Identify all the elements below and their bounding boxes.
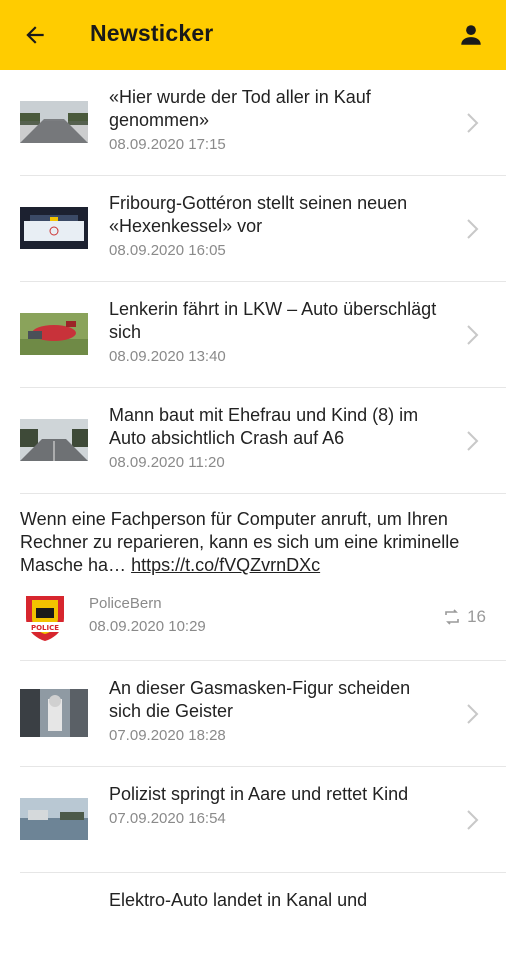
item-date: 08.09.2020 13:40 xyxy=(109,348,226,365)
item-headline: Fribourg-Gottéron stellt seinen neuen «H… xyxy=(109,193,408,236)
highway-thumbnail xyxy=(20,419,88,461)
news-list: «Hier wurde der Tod aller in Kauf genomm… xyxy=(0,70,506,978)
list-item[interactable]: Lenkerin fährt in LKW – Auto überschlägt… xyxy=(20,282,506,388)
item-headline: Elektro-Auto landet in Kanal und xyxy=(109,890,368,910)
item-date: 08.09.2020 17:15 xyxy=(109,136,226,153)
chevron-right-icon xyxy=(467,113,479,133)
item-headline: Lenkerin fährt in LKW – Auto überschlägt… xyxy=(109,299,437,342)
item-headline: An dieser Gasmasken-Figur scheiden sich … xyxy=(109,678,411,721)
item-headline: «Hier wurde der Tod aller in Kauf genomm… xyxy=(109,87,371,130)
item-date: 08.09.2020 11:20 xyxy=(109,454,225,471)
gasmask-figure-thumbnail xyxy=(20,689,88,737)
item-date: 08.09.2020 16:05 xyxy=(109,242,226,259)
chevron-right-icon xyxy=(467,219,479,239)
river-thumbnail xyxy=(20,798,88,840)
list-item[interactable]: Fribourg-Gottéron stellt seinen neuen «H… xyxy=(20,176,506,282)
list-item[interactable]: An dieser Gasmasken-Figur scheiden sich … xyxy=(20,661,506,767)
item-date: 07.09.2020 16:54 xyxy=(109,810,226,827)
car-crash-thumbnail xyxy=(20,313,88,355)
tweet-text: Wenn eine Fachperson für Computer anruft… xyxy=(20,509,460,575)
road-thumbnail xyxy=(20,101,88,143)
tweet-link[interactable]: https://t.co/fVQZvrnDXc xyxy=(131,555,320,575)
tweet-author: PoliceBern xyxy=(89,595,162,612)
list-item[interactable]: Polizist springt in Aare und rettet Kind… xyxy=(20,767,506,873)
retweet-count: 16 xyxy=(443,607,486,627)
police-logo-text: POLICE xyxy=(31,624,59,632)
list-item[interactable]: Mann baut mit Ehefrau und Kind (8) im Au… xyxy=(20,388,506,494)
item-date: 07.09.2020 18:28 xyxy=(109,727,226,744)
chevron-right-icon xyxy=(467,810,479,830)
page-title: Newsticker xyxy=(90,20,214,46)
retweet-icon xyxy=(445,609,459,625)
user-icon[interactable] xyxy=(458,22,484,48)
app-header: Newsticker xyxy=(0,0,506,70)
item-headline: Mann baut mit Ehefrau und Kind (8) im Au… xyxy=(109,405,419,448)
arrow-left-icon[interactable] xyxy=(22,22,48,48)
item-headline: Polizist springt in Aare und rettet Kind xyxy=(109,784,409,804)
list-item[interactable]: «Hier wurde der Tod aller in Kauf genomm… xyxy=(20,70,506,176)
arena-thumbnail xyxy=(20,207,88,249)
list-item[interactable]: Elektro-Auto landet in Kanal und xyxy=(20,873,506,978)
chevron-right-icon xyxy=(467,431,479,451)
chevron-right-icon xyxy=(467,325,479,345)
tweet-item[interactable]: Wenn eine Fachperson für Computer anruft… xyxy=(20,494,506,661)
police-bern-logo: POLICE xyxy=(22,596,68,641)
tweet-date: 08.09.2020 10:29 xyxy=(89,618,206,635)
chevron-right-icon xyxy=(467,704,479,724)
